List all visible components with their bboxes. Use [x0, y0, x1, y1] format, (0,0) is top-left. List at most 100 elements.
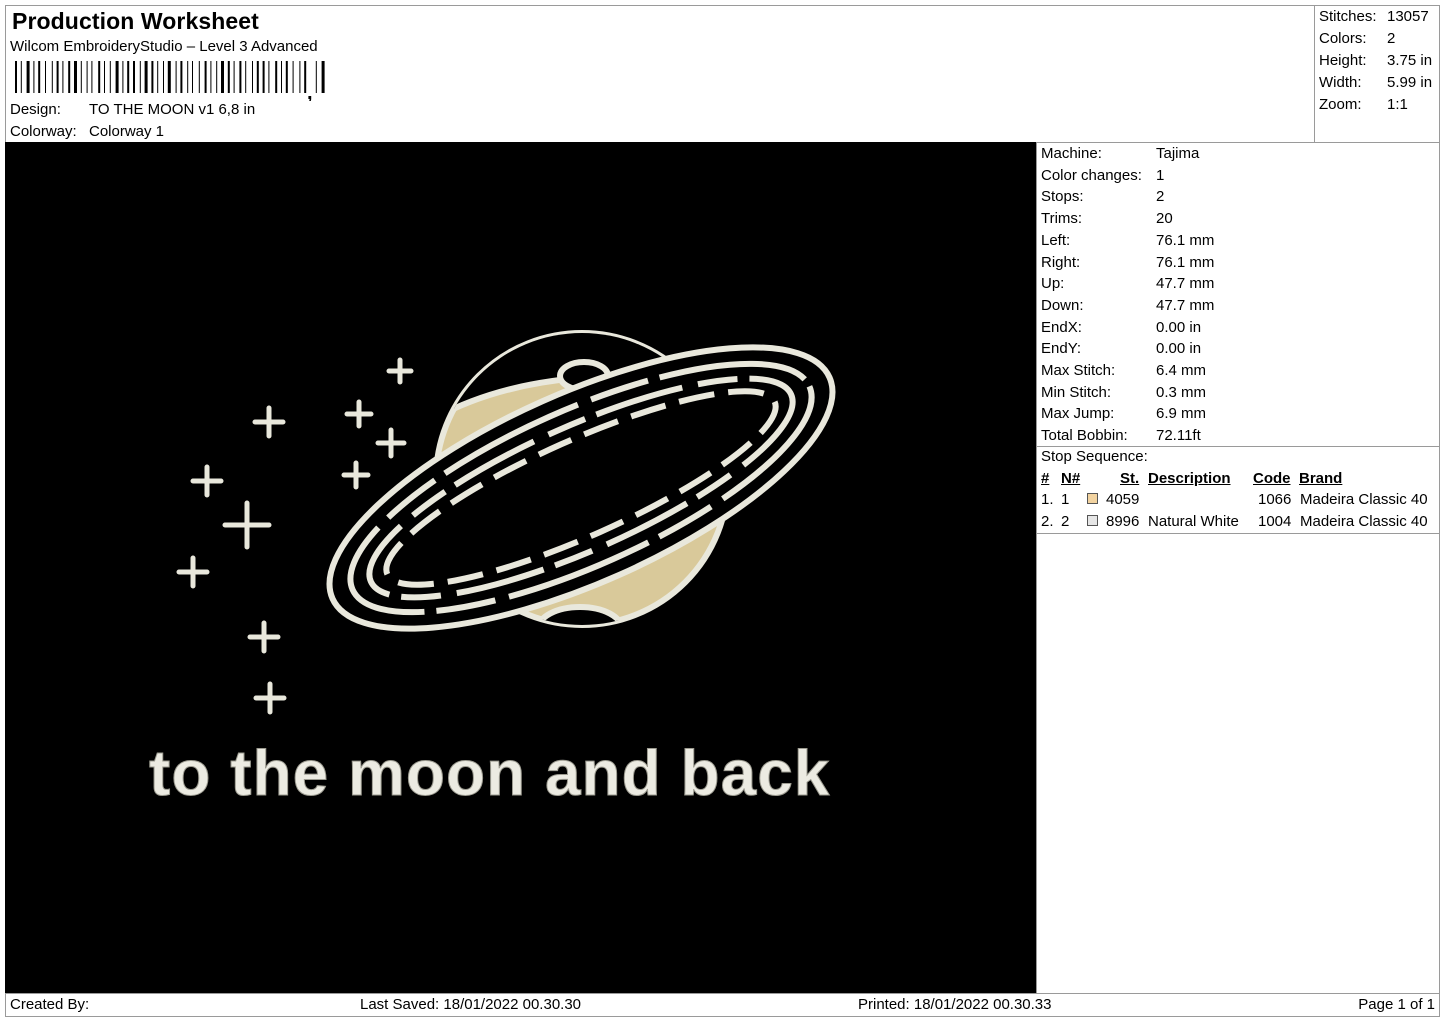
- machine-info-row: Max Jump: 6.9 mm: [1041, 403, 1206, 424]
- machine-info-value: 76.1 mm: [1156, 231, 1215, 249]
- machine-info-value: 6.4 mm: [1156, 362, 1207, 379]
- colorway-value: Colorway 1: [89, 123, 165, 140]
- machine-info-row: EndX: 0.00 in: [1041, 317, 1201, 338]
- stop-n: 2: [1061, 513, 1070, 530]
- stop-stitches: 8996: [1106, 513, 1140, 530]
- color-swatch: [1087, 515, 1098, 526]
- machine-info-value: 0.00 in: [1156, 318, 1202, 336]
- design-value: TO THE MOON v1 6,8 in: [89, 101, 256, 118]
- machine-info-value: 20: [1156, 210, 1173, 228]
- machine-info-row: Min Stitch: 0.3 mm: [1041, 382, 1206, 403]
- last-saved: Last Saved: 18/01/2022 00.30.30: [360, 996, 582, 1013]
- summary-row: Width: 5.99 in: [1319, 74, 1432, 91]
- star-icon: [222, 500, 272, 550]
- summary-label: Colors:: [1319, 30, 1367, 47]
- machine-info-value: 0.3 mm: [1156, 383, 1207, 401]
- stop-sequence-title: Stop Sequence:: [1041, 448, 1148, 465]
- machine-info-label: Max Jump:: [1041, 405, 1115, 423]
- machine-info-row: Total Bobbin: 72.11ft: [1041, 425, 1201, 446]
- machine-info-label: Color changes:: [1041, 166, 1142, 184]
- star-icon: [176, 555, 210, 589]
- summary-row: Colors: 2: [1319, 30, 1395, 47]
- stop-stitches: 4059: [1106, 491, 1140, 508]
- machine-info-label: Up:: [1041, 275, 1065, 293]
- machine-info-value: 76.1 mm: [1156, 253, 1215, 271]
- col-description-header: Description: [1148, 470, 1231, 487]
- summary-value: 1:1: [1387, 96, 1408, 113]
- col-st-header: St.: [1120, 470, 1140, 487]
- machine-info-row: Stops: 2: [1041, 186, 1164, 207]
- summary-row: Height: 3.75 in: [1319, 52, 1432, 69]
- machine-info-label: Left:: [1041, 231, 1071, 249]
- embroidery-design: to the moon and back: [149, 330, 836, 810]
- machine-info-panel: Machine: Tajima Color changes: 1 Stops: 2 Trim…: [1036, 142, 1440, 994]
- machine-info-value: 47.7 mm: [1156, 275, 1215, 293]
- color-swatch: [1087, 493, 1098, 504]
- worksheet-footer: Created By: Last Saved: 18/01/2022 00.30…: [5, 993, 1440, 1017]
- machine-info-row: EndY: 0.00 in: [1041, 338, 1201, 359]
- machine-info-value: 47.7 mm: [1156, 296, 1215, 314]
- summary-row: Stitches: 13057: [1319, 8, 1429, 25]
- machine-info-label: EndX:: [1041, 318, 1082, 336]
- summary-value: 5.99 in: [1387, 74, 1433, 91]
- machine-info-row: Trims: 20: [1041, 208, 1173, 229]
- page-number: Page 1 of 1: [1358, 996, 1435, 1013]
- summary-value: 2: [1387, 30, 1396, 47]
- summary-row: Zoom: 1:1: [1319, 96, 1408, 113]
- stop-code: 1004: [1258, 513, 1292, 530]
- machine-info-label: Min Stitch:: [1041, 383, 1112, 401]
- machine-info-value: 0.00 in: [1156, 340, 1202, 358]
- summary-label: Stitches:: [1319, 8, 1377, 25]
- stop-brand: Madeira Classic 40: [1300, 513, 1428, 530]
- star-icon: [252, 405, 286, 439]
- machine-info-label: Stops:: [1041, 188, 1084, 206]
- machine-info-label: Max Stitch:: [1041, 362, 1116, 379]
- machine-info-value: Tajima: [1156, 145, 1200, 162]
- design-row: Design: TO THE MOON v1 6,8 in: [10, 101, 255, 118]
- machine-info-row: Left: 76.1 mm: [1041, 230, 1214, 251]
- col-num-header: #: [1041, 470, 1050, 487]
- col-brand-header: Brand: [1299, 470, 1343, 487]
- printed-date: Printed: 18/01/2022 00.30.33: [858, 996, 1052, 1013]
- software-name: Wilcom EmbroideryStudio – Level 3 Advanc…: [10, 38, 318, 55]
- star-icon: [344, 399, 374, 429]
- machine-info-value: 1: [1156, 166, 1165, 184]
- colorway-row: Colorway: Colorway 1: [10, 123, 164, 140]
- colorway-label: Colorway:: [10, 123, 77, 140]
- stop-description: Natural White: [1148, 513, 1239, 530]
- worksheet-header: Production Worksheet Wilcom EmbroiderySt…: [5, 5, 1315, 143]
- stop-num: 1.: [1041, 491, 1054, 508]
- machine-info-label: EndY:: [1041, 340, 1082, 358]
- stop-code: 1066: [1258, 491, 1292, 508]
- design-preview: to the moon and back: [5, 142, 1037, 994]
- star-icon: [247, 620, 281, 654]
- star-icon: [190, 464, 224, 498]
- machine-info-value: 2: [1156, 188, 1165, 206]
- machine-info-label: Total Bobbin:: [1041, 427, 1128, 445]
- barcode-image: ,: [15, 61, 325, 101]
- machine-info-row: Down: 47.7 mm: [1041, 295, 1214, 316]
- design-label: Design:: [10, 101, 61, 118]
- stop-brand: Madeira Classic 40: [1300, 491, 1428, 508]
- machine-info-label: Down:: [1041, 296, 1084, 314]
- machine-info-value: 6.9 mm: [1156, 405, 1207, 423]
- star-icon: [375, 427, 407, 459]
- star-icon: [341, 460, 371, 490]
- machine-info-row: Color changes: 1: [1041, 165, 1164, 186]
- planet-illustration: [326, 330, 836, 632]
- summary-label: Width:: [1319, 74, 1362, 91]
- machine-info-label: Machine:: [1041, 145, 1102, 162]
- machine-info-value: 72.11ft: [1156, 427, 1201, 445]
- summary-value: 3.75 in: [1387, 52, 1433, 69]
- summary-label: Height:: [1319, 52, 1367, 69]
- created-by: Created By:: [10, 996, 90, 1013]
- machine-info-row: Machine: Tajima: [1041, 143, 1199, 164]
- svg-text:,: ,: [307, 82, 313, 101]
- summary-value: 13057: [1387, 8, 1429, 25]
- machine-info-label: Right:: [1041, 253, 1081, 271]
- col-code-header: Code: [1253, 470, 1291, 487]
- machine-info-row: Right: 76.1 mm: [1041, 252, 1214, 273]
- machine-info-row: Up: 47.7 mm: [1041, 273, 1214, 294]
- design-summary: Stitches: 13057 Colors: 2 Height: 3.75 in W…: [1314, 5, 1440, 143]
- machine-info-row: Max Stitch: 6.4 mm: [1041, 360, 1206, 381]
